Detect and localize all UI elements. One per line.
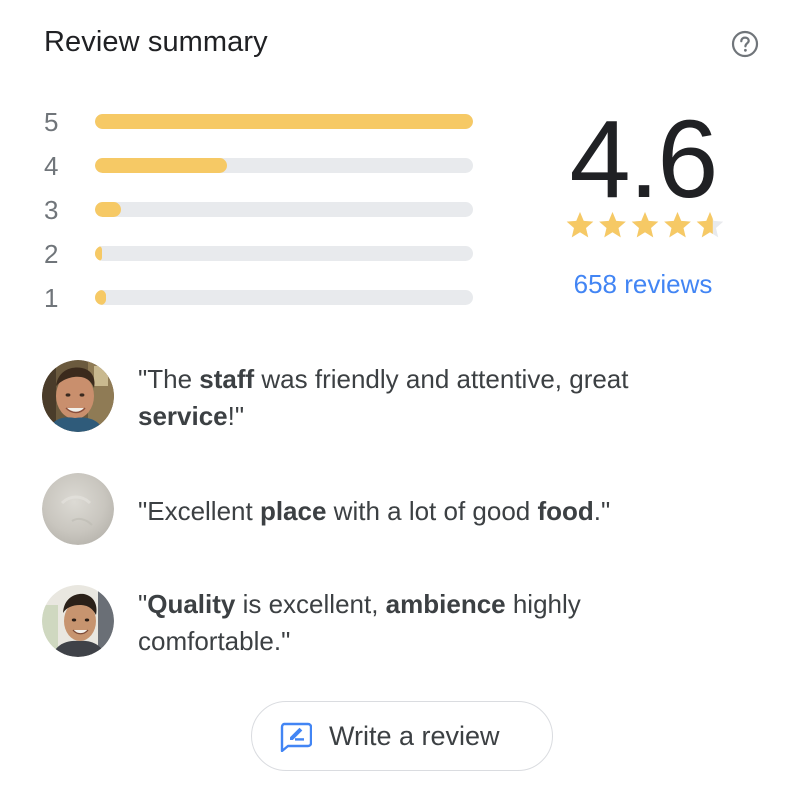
snippet-text-part: ." (593, 496, 611, 526)
snippet-text-part: "Excellent (138, 496, 260, 526)
avatar[interactable] (42, 473, 114, 545)
rating-bar-fill (95, 114, 473, 129)
keyword-highlight: service (138, 401, 228, 431)
review-snippet-text: "Excellent place with a lot of good food… (138, 493, 718, 530)
star-rating (566, 212, 723, 238)
rating-bar-track (95, 158, 473, 173)
help-icon[interactable] (731, 30, 759, 58)
star-icon (566, 212, 594, 238)
review-snippet-text: "Quality is excellent, ambience highly c… (138, 586, 718, 660)
avatar[interactable] (42, 585, 114, 657)
snippet-text-part: "The (138, 364, 200, 394)
rating-row-5[interactable]: 5 (44, 100, 484, 144)
keyword-highlight: food (537, 496, 594, 526)
write-review-label: Write a review (329, 721, 500, 751)
star-count-label: 1 (44, 283, 59, 313)
star-icon (696, 212, 723, 238)
rating-bar-track (95, 246, 473, 261)
reviews-count-link[interactable]: 658 reviews (542, 266, 744, 302)
star-count-label: 3 (44, 195, 59, 225)
snippet-text-part: " (138, 589, 148, 619)
star-count-label: 4 (44, 151, 59, 181)
rating-row-3[interactable]: 3 (44, 188, 484, 232)
star-count-label: 2 (44, 239, 59, 269)
star-icon (631, 212, 659, 238)
keyword-highlight: staff (199, 364, 255, 394)
keyword-highlight: ambience (385, 589, 506, 619)
rating-bar-fill (95, 290, 107, 305)
rating-bar-fill (95, 158, 228, 173)
keyword-highlight: place (259, 496, 327, 526)
snippet-text-part: with a lot of good (326, 496, 538, 526)
star-icon (599, 212, 626, 238)
rating-bar-track (95, 114, 473, 129)
rating-bar-fill (95, 246, 102, 261)
snippet-text-part: is excellent, (235, 589, 386, 619)
rating-bar-fill (95, 202, 122, 217)
page-title: Review summary (44, 26, 268, 58)
review-snippet-text: "The staff was friendly and attentive, g… (138, 361, 718, 435)
snippet-text-part: !" (227, 401, 245, 431)
rate-review-icon (280, 722, 312, 752)
average-rating: 4.6 (569, 98, 719, 221)
star-count-label: 5 (44, 107, 59, 137)
rating-bar-track (95, 290, 473, 305)
write-review-button[interactable]: Write a review (251, 701, 553, 771)
rating-bar-track (95, 202, 473, 217)
rating-row-2[interactable]: 2 (44, 232, 484, 276)
keyword-highlight: Quality (147, 589, 236, 619)
rating-row-1[interactable]: 1 (44, 276, 484, 320)
star-icon (664, 212, 691, 238)
rating-row-4[interactable]: 4 (44, 144, 484, 188)
snippet-text-part: was friendly and attentive, great (254, 364, 629, 394)
avatar[interactable] (42, 360, 114, 432)
